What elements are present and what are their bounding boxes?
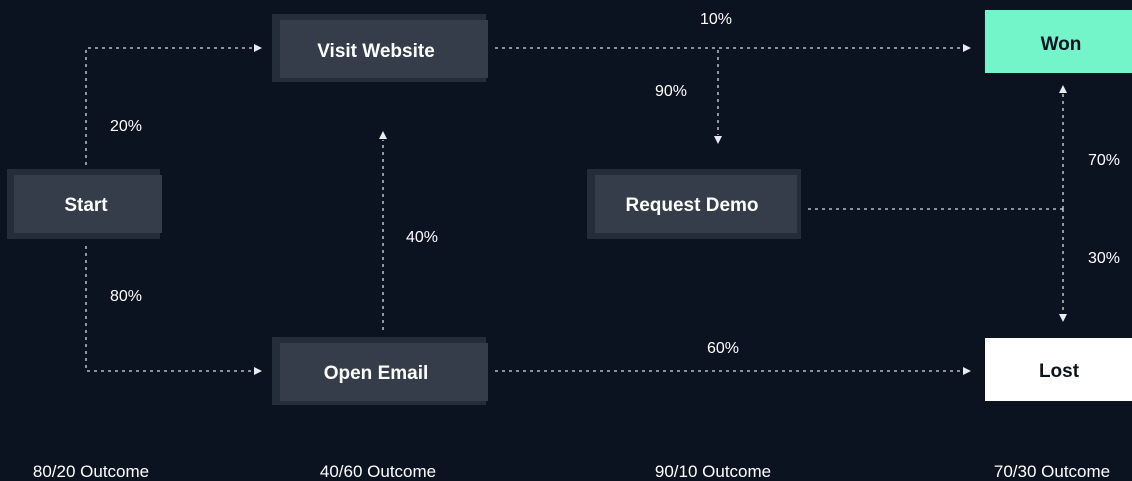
node-open-email-label: Open Email bbox=[324, 363, 429, 384]
edge-start-to-email bbox=[85, 246, 262, 375]
edge-visit-to-demo bbox=[714, 50, 722, 144]
label-demo-to-lost: 30% bbox=[1088, 250, 1120, 267]
edge-demo-to-lost bbox=[1059, 209, 1067, 322]
outcome-label: 70/30 Outcome bbox=[994, 462, 1110, 481]
label-email-to-lost: 60% bbox=[707, 340, 739, 357]
node-lost[interactable]: Lost bbox=[985, 338, 1132, 401]
node-open-email[interactable]: Open Email bbox=[272, 337, 488, 405]
edge-email-to-visit bbox=[379, 131, 387, 330]
label-email-to-visit: 40% bbox=[406, 229, 438, 246]
node-won[interactable]: Won bbox=[985, 10, 1132, 73]
label-start-to-visit: 20% bbox=[110, 118, 142, 135]
node-lost-label: Lost bbox=[1039, 361, 1080, 382]
node-visit-website-label: Visit Website bbox=[317, 41, 435, 62]
outcome-label: 80/20 Outcome bbox=[33, 462, 149, 481]
label-start-to-email: 80% bbox=[110, 288, 142, 305]
label-demo-to-won: 70% bbox=[1088, 152, 1120, 169]
node-start[interactable]: Start bbox=[7, 169, 162, 239]
node-request-demo[interactable]: Request Demo bbox=[587, 169, 801, 239]
edge-email-to-lost bbox=[495, 367, 971, 375]
node-request-demo-label: Request Demo bbox=[625, 195, 758, 216]
edge-start-to-visit bbox=[85, 44, 262, 165]
edge-demo-to-won bbox=[1059, 85, 1067, 209]
node-visit-website[interactable]: Visit Website bbox=[272, 14, 488, 82]
edge-visit-to-won bbox=[495, 44, 971, 52]
node-start-label: Start bbox=[64, 195, 108, 216]
outcome-label: 90/10 Outcome bbox=[655, 462, 771, 481]
label-visit-to-demo: 90% bbox=[655, 83, 687, 100]
label-visit-to-won: 10% bbox=[700, 11, 732, 28]
outcome-label: 40/60 Outcome bbox=[320, 462, 436, 481]
flow-diagram: Start Visit Website Open Email Request D… bbox=[0, 0, 1132, 481]
node-won-label: Won bbox=[1041, 34, 1082, 55]
